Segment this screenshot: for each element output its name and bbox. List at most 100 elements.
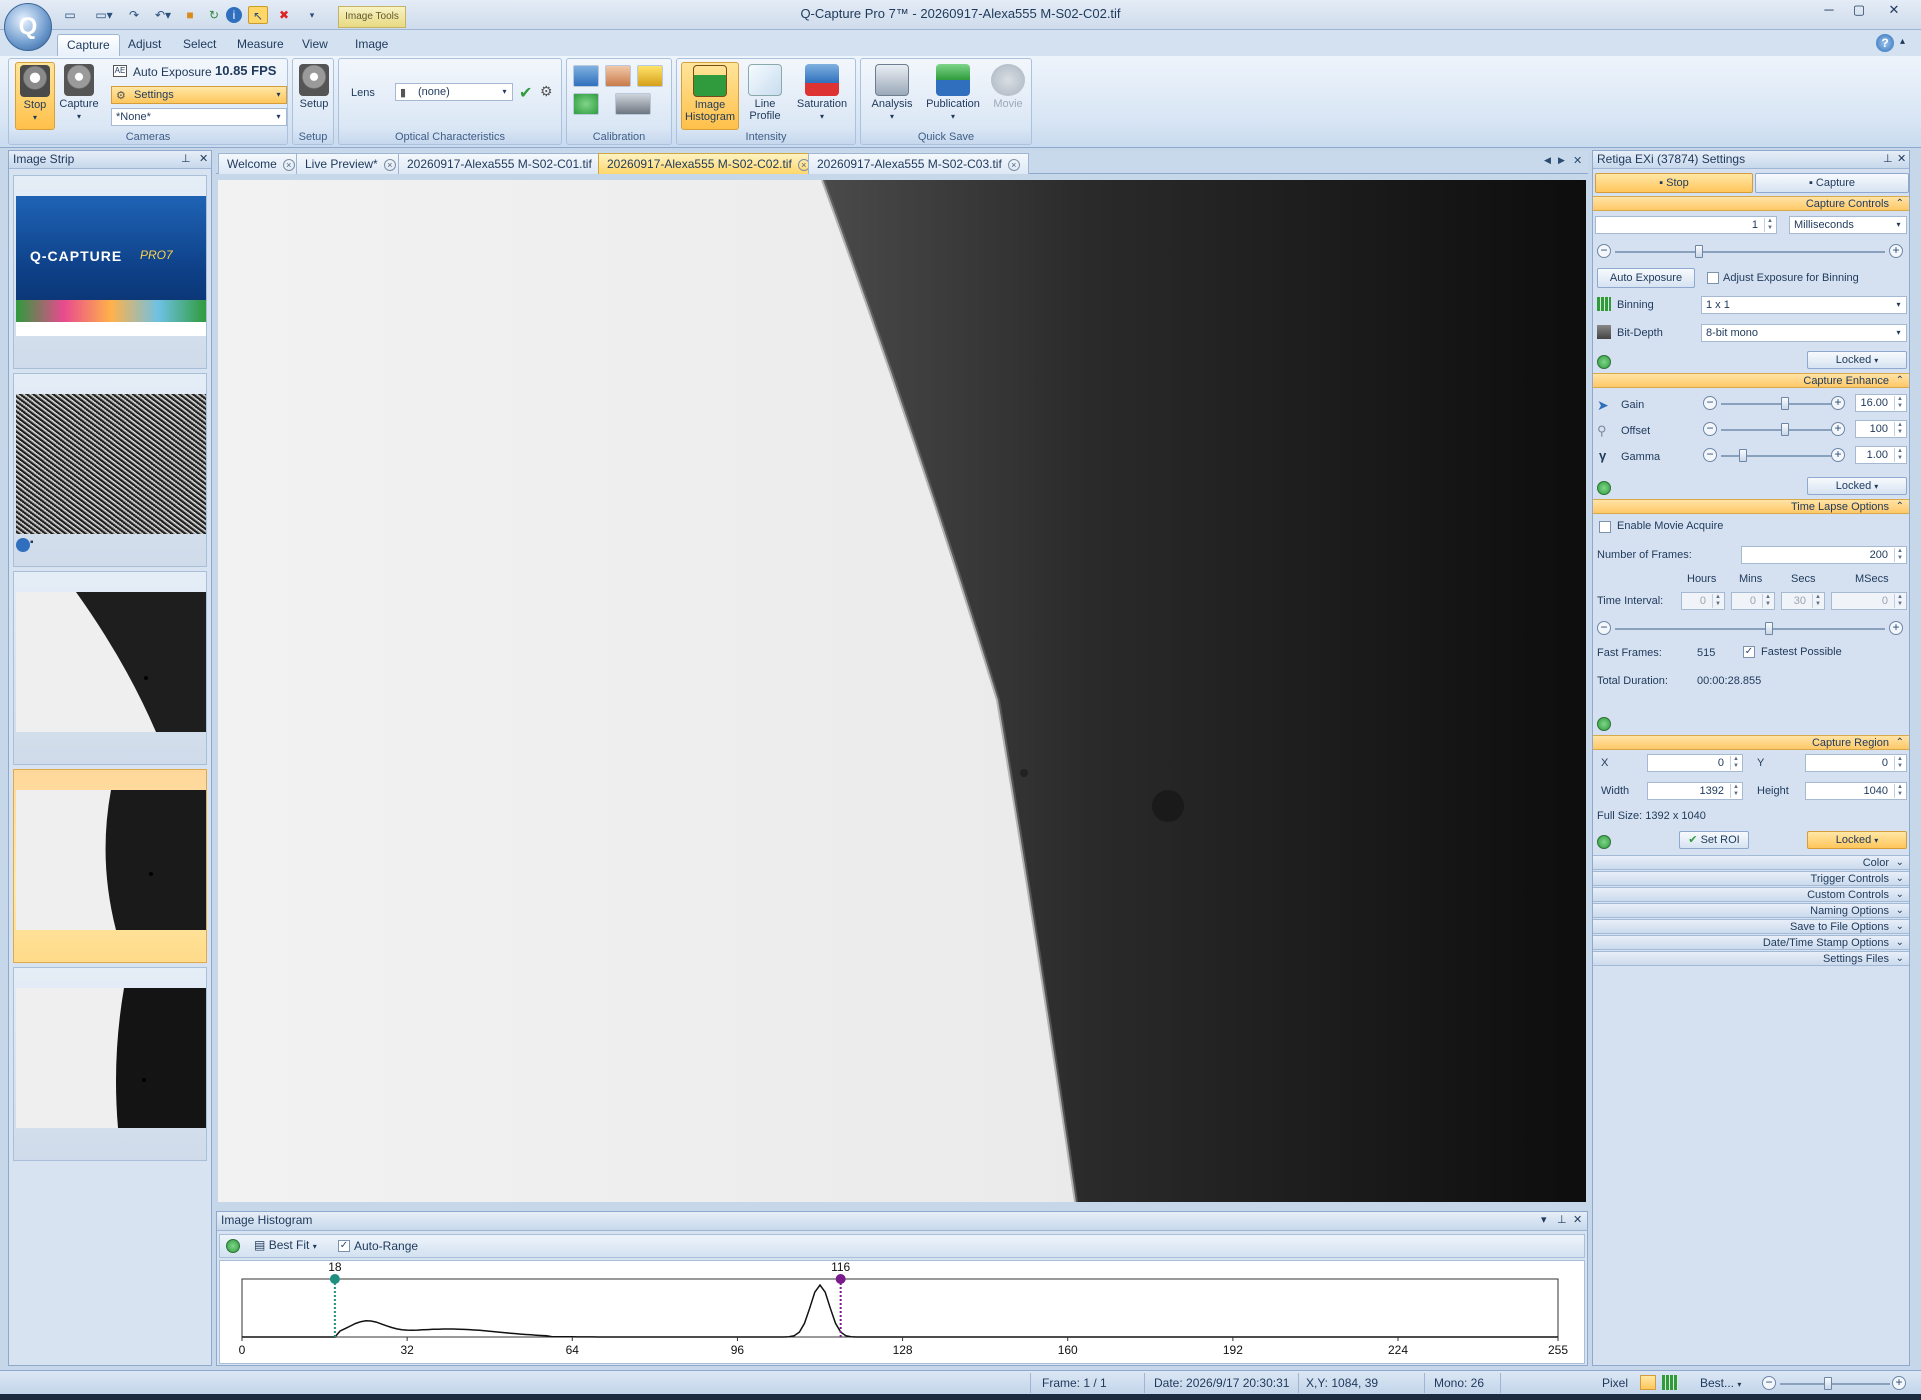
tab-image[interactable]: Image (346, 34, 397, 56)
start-capture-button[interactable]: ▪ Capture (1755, 173, 1909, 193)
best-fit-dropdown[interactable]: ▤ Best Fit ▾ (254, 1238, 317, 1252)
zoom-out-button[interactable]: − (1762, 1376, 1776, 1390)
tab-adjust[interactable]: Adjust (119, 34, 170, 56)
capture-enhance-lock-dropdown[interactable]: Locked ▾ (1807, 477, 1907, 495)
gamma-input[interactable]: 1.00 ▲ ▼ (1855, 446, 1907, 464)
width-input[interactable]: 1392 ▲ ▼ (1647, 782, 1743, 800)
capture-region-lock-dropdown[interactable]: Locked ▾ (1807, 831, 1907, 849)
offset-increase-button[interactable]: + (1831, 422, 1845, 436)
stop-button[interactable]: Stop ▾ (15, 62, 55, 130)
minimize-button[interactable]: ─ (1815, 2, 1843, 20)
zoom-dropdown[interactable]: Best... ▾ (1700, 1376, 1741, 1390)
capture-controls-header[interactable]: Capture Controls ⌃ (1593, 196, 1909, 211)
zoom-slider-thumb[interactable] (1824, 1377, 1832, 1390)
gain-increase-button[interactable]: + (1831, 396, 1845, 410)
close-tab-icon[interactable]: × (1007, 159, 1020, 171)
tab-c02[interactable]: 20260917-Alexa555 M-S02-C02.tif × (598, 153, 819, 174)
hours-input[interactable]: 0 ▲ ▼ (1681, 592, 1725, 610)
tab-welcome[interactable]: Welcome × (218, 153, 304, 174)
date-time-stamp-section[interactable]: Date/Time Stamp Options ⌄ (1593, 935, 1909, 950)
reset-time-lapse-icon[interactable] (1597, 717, 1611, 731)
spin-arrows-icon[interactable]: ▲ ▼ (1894, 784, 1905, 798)
auto-range-checkbox[interactable]: ✓ (338, 1240, 350, 1252)
image-histogram-button[interactable]: Image Histogram (681, 62, 739, 130)
spin-arrows-icon[interactable]: ▲ ▼ (1894, 548, 1905, 562)
capture-button[interactable]: Capture ▾ (59, 62, 99, 126)
publication-button[interactable]: Publication ▾ (921, 62, 985, 126)
auto-exposure-toggle[interactable]: Auto Exposure (133, 65, 212, 79)
spin-arrows-icon[interactable]: ▲ ▼ (1894, 448, 1905, 462)
tab-select[interactable]: Select (174, 34, 225, 56)
reset-capture-enhance-icon[interactable] (1597, 481, 1611, 495)
pin-icon[interactable]: ⊥ (1557, 1212, 1567, 1229)
adjust-binning-checkbox[interactable] (1707, 272, 1719, 284)
line-profile-button[interactable]: Line Profile (743, 62, 787, 126)
application-menu-button[interactable]: Q (4, 3, 52, 51)
bit-depth-dropdown[interactable]: 8-bit mono ▾ (1701, 324, 1907, 342)
close-tab-icon[interactable]: × (282, 159, 295, 171)
thumbnail-c01[interactable] (13, 571, 207, 765)
image-canvas[interactable] (218, 180, 1586, 1202)
checkmark-icon[interactable]: ✔ (519, 83, 532, 103)
pin-icon[interactable]: ⊥ (181, 151, 191, 168)
spin-arrows-icon[interactable]: ▲ ▼ (1712, 594, 1723, 608)
spin-arrows-icon[interactable]: ▲ ▼ (1894, 422, 1905, 436)
timer-icon[interactable] (637, 65, 663, 87)
thumbnail-live-preview[interactable]: ▪ (13, 373, 207, 567)
lens-settings-icon[interactable]: ⚙ (540, 83, 553, 100)
msecs-input[interactable]: 0 ▲ ▼ (1831, 592, 1907, 610)
tab-c03[interactable]: 20260917-Alexa555 M-S02-C03.tif × (808, 153, 1029, 174)
offset-slider-track[interactable] (1721, 423, 1831, 436)
interval-increase-button[interactable]: + (1889, 621, 1903, 635)
capture-region-header[interactable]: Capture Region ⌃ (1593, 735, 1909, 750)
tab-live-preview[interactable]: Live Preview* × (296, 153, 405, 174)
exposure-decrease-button[interactable]: − (1597, 244, 1611, 258)
set-roi-button[interactable]: ✔ Set ROI (1679, 831, 1749, 849)
scroll-tabs-right-icon[interactable]: ▶ (1558, 155, 1565, 166)
settings-files-section[interactable]: Settings Files ⌄ (1593, 951, 1909, 966)
pin-icon[interactable]: ⊥ (1883, 151, 1893, 168)
offset-input[interactable]: 100 ▲ ▼ (1855, 420, 1907, 438)
time-lapse-header[interactable]: Time Lapse Options ⌃ (1593, 499, 1909, 514)
color-section[interactable]: Color ⌄ (1593, 855, 1909, 870)
offset-decrease-button[interactable]: − (1703, 422, 1717, 436)
exposure-unit-dropdown[interactable]: Milliseconds ▾ (1789, 216, 1907, 234)
spin-arrows-icon[interactable]: ▲ ▼ (1764, 218, 1775, 232)
thumbnail-c03[interactable] (13, 967, 207, 1161)
thumbnail-welcome[interactable]: Q-CAPTURE PRO7 (13, 175, 207, 369)
spin-arrows-icon[interactable]: ▲ ▼ (1812, 594, 1823, 608)
x-input[interactable]: 0 ▲ ▼ (1647, 754, 1743, 772)
ribbon-collapse-icon[interactable]: ▴ (1900, 36, 1905, 47)
grid-view-icon[interactable] (1662, 1375, 1678, 1390)
tab-view[interactable]: View (293, 34, 337, 56)
exposure-input[interactable]: 1 ▲ ▼ (1595, 216, 1777, 234)
gamma-slider-thumb[interactable] (1739, 449, 1747, 462)
interval-decrease-button[interactable]: − (1597, 621, 1611, 635)
gain-slider-thumb[interactable] (1781, 397, 1789, 410)
saturation-button[interactable]: Saturation ▾ (791, 62, 853, 126)
capture-controls-lock-dropdown[interactable]: Locked ▾ (1807, 351, 1907, 369)
flat-field-icon[interactable] (573, 65, 599, 87)
reset-capture-region-icon[interactable] (1597, 835, 1611, 849)
tab-measure[interactable]: Measure (228, 34, 293, 56)
exposure-slider-thumb[interactable] (1695, 245, 1703, 258)
reset-histogram-icon[interactable] (226, 1239, 240, 1253)
gain-input[interactable]: 16.00 ▲ ▼ (1855, 394, 1907, 412)
maximize-button[interactable]: ▢ (1845, 2, 1873, 20)
close-pane-icon[interactable]: ✕ (1897, 151, 1906, 168)
preset-dropdown[interactable]: *None* ▾ (111, 108, 287, 126)
fastest-possible-checkbox[interactable]: ✓ (1743, 646, 1755, 658)
tab-c01[interactable]: 20260917-Alexa555 M-S02-C01.tif× (398, 153, 619, 174)
spin-arrows-icon[interactable]: ▲ ▼ (1894, 594, 1905, 608)
close-document-icon[interactable]: ✕ (1573, 154, 1582, 167)
capture-enhance-header[interactable]: Capture Enhance ⌃ (1593, 373, 1909, 388)
setup-button[interactable]: Setup (295, 62, 333, 126)
spin-arrows-icon[interactable]: ▲ ▼ (1730, 784, 1741, 798)
auto-exposure-button[interactable]: Auto Exposure (1597, 268, 1695, 288)
analysis-button[interactable]: Analysis ▾ (865, 62, 919, 126)
interval-slider-thumb[interactable] (1765, 622, 1773, 635)
exposure-increase-button[interactable]: + (1889, 244, 1903, 258)
scroll-tabs-left-icon[interactable]: ◀ (1544, 155, 1551, 166)
spin-arrows-icon[interactable]: ▲ ▼ (1762, 594, 1773, 608)
thumbnail-c02[interactable] (13, 769, 207, 963)
